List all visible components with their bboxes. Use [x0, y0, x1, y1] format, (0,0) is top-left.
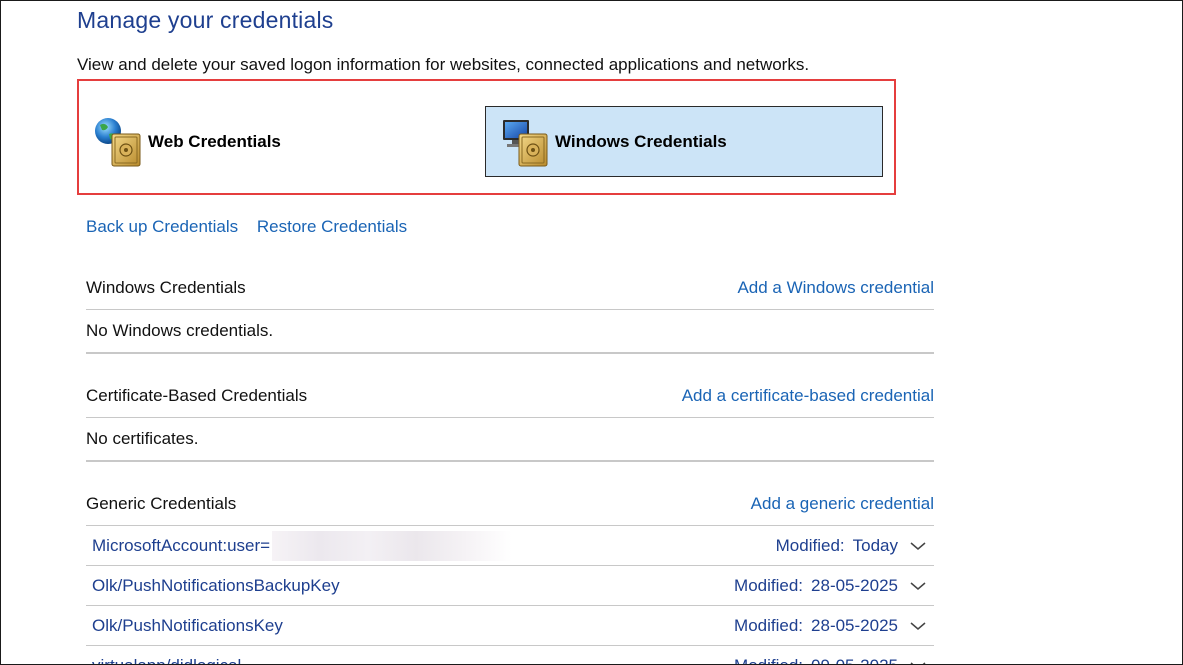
credential-row-olk-key[interactable]: Olk/PushNotificationsKey Modified: 28-05-… — [86, 606, 934, 646]
page-title: Manage your credentials — [77, 7, 334, 33]
windows-credentials-icon — [503, 119, 548, 166]
add-windows-credential-link[interactable]: Add a Windows credential — [737, 278, 934, 298]
backup-credentials-link[interactable]: Back up Credentials — [86, 217, 238, 236]
modified-label: Modified: — [734, 615, 804, 635]
credential-manager-window: Manage your credentials View and delete … — [0, 0, 1183, 665]
credential-modified: Modified: Today — [776, 536, 898, 556]
chevron-down-icon[interactable] — [908, 619, 928, 633]
empty-message: No Windows credentials. — [86, 321, 274, 340]
windows-credentials-header: Windows Credentials Add a Windows creden… — [86, 267, 934, 310]
empty-message: No certificates. — [86, 429, 199, 448]
redacted-username — [272, 530, 513, 561]
section-title: Certificate-Based Credentials — [86, 386, 308, 405]
credential-modified: Modified: 28-05-2025 — [734, 576, 898, 596]
certificate-credentials-header: Certificate-Based Credentials Add a cert… — [86, 375, 934, 418]
credential-modified: Modified: 09-05-2025 — [734, 656, 898, 665]
credential-name: MicrosoftAccount:user= — [92, 535, 271, 555]
windows-credentials-label: Windows Credentials — [555, 131, 727, 151]
windows-credentials-tile[interactable]: Windows Credentials — [485, 106, 883, 177]
web-credentials-tile[interactable]: Web Credentials — [94, 115, 281, 169]
generic-credentials-header: Generic Credentials Add a generic creden… — [86, 483, 934, 526]
credential-row-virtualapp[interactable]: virtualapp/didlogical Modified: 09-05-202… — [86, 646, 934, 665]
page-subtitle: View and delete your saved logon informa… — [77, 55, 810, 74]
certificate-credentials-empty: No certificates. — [86, 418, 934, 462]
credential-name: virtualapp/didlogical — [92, 655, 242, 665]
modified-value: Today — [852, 535, 898, 555]
modified-value: 09-05-2025 — [811, 655, 898, 665]
add-generic-credential-link[interactable]: Add a generic credential — [751, 494, 934, 514]
credential-modified: Modified: 28-05-2025 — [734, 616, 898, 636]
modified-label: Modified: — [734, 655, 804, 665]
modified-label: Modified: — [734, 575, 804, 595]
section-title: Generic Credentials — [86, 494, 237, 513]
credential-row-microsoftaccount[interactable]: MicrosoftAccount:user= Modified: Today — [86, 526, 934, 566]
chevron-down-icon[interactable] — [908, 659, 928, 665]
credential-name: Olk/PushNotificationsBackupKey — [92, 575, 340, 595]
chevron-down-icon[interactable] — [908, 539, 928, 553]
web-credentials-icon — [95, 118, 141, 167]
credential-name: Olk/PushNotificationsKey — [92, 615, 283, 635]
chevron-down-icon[interactable] — [908, 579, 928, 593]
modified-value: 28-05-2025 — [811, 575, 898, 595]
restore-credentials-link[interactable]: Restore Credentials — [257, 217, 407, 236]
section-title: Windows Credentials — [86, 278, 246, 297]
modified-label: Modified: — [775, 535, 845, 555]
backup-restore-links: Back up Credentials Restore Credentials — [86, 217, 407, 237]
credential-row-olk-backup[interactable]: Olk/PushNotificationsBackupKey Modified:… — [86, 566, 934, 606]
add-certificate-credential-link[interactable]: Add a certificate-based credential — [682, 386, 934, 406]
windows-credentials-empty: No Windows credentials. — [86, 310, 934, 354]
modified-value: 28-05-2025 — [811, 615, 898, 635]
web-credentials-label: Web Credentials — [148, 132, 281, 151]
